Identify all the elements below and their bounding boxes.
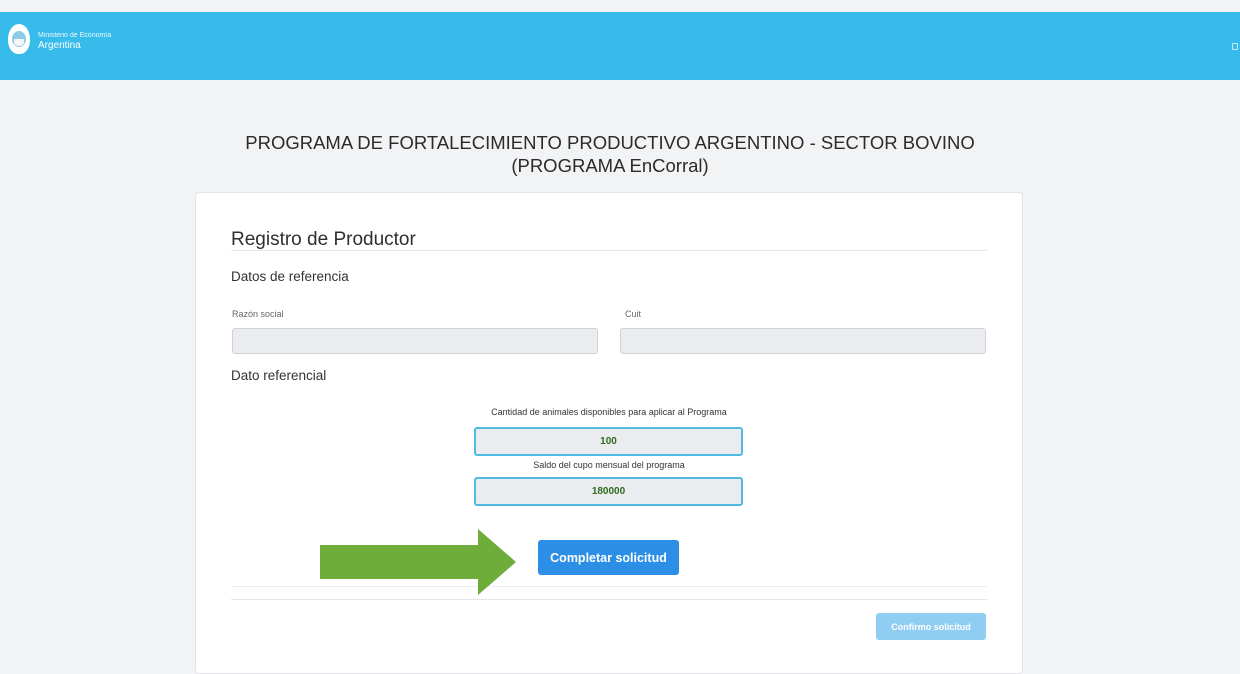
divider [231, 250, 987, 251]
page-title-line2: (PROGRAMA EnCorral) [511, 155, 709, 176]
divider [231, 599, 987, 600]
confirmo-solicitud-button[interactable]: Confirmo solicitud [876, 613, 986, 640]
saldo-cupo-label: Saldo del cupo mensual del programa [533, 460, 685, 470]
section-dato-referencial: Dato referencial [231, 368, 327, 383]
user-menu-icon[interactable] [1232, 43, 1238, 50]
cantidad-animales-value: 100 [474, 427, 743, 456]
brand-ministry: Ministerio de Economía [38, 32, 112, 39]
brand-country: Argentina [38, 40, 81, 51]
cantidad-animales-label: Cantidad de animales disponibles para ap… [491, 407, 727, 417]
top-navbar: Ministerio de Economía Argentina [0, 12, 1240, 80]
page-title: PROGRAMA DE FORTALECIMIENTO PRODUCTIVO A… [0, 131, 1220, 177]
saldo-cupo-value: 180000 [474, 477, 743, 506]
coat-of-arms-icon [8, 24, 30, 54]
brand-logo-link[interactable]: Ministerio de Economía Argentina [8, 24, 111, 54]
section-datos-referencia: Datos de referencia [231, 269, 349, 284]
registration-card: Registro de Productor Datos de referenci… [195, 192, 1023, 674]
completar-solicitud-button[interactable]: Completar solicitud [538, 540, 679, 575]
page-title-line1: PROGRAMA DE FORTALECIMIENTO PRODUCTIVO A… [245, 132, 975, 153]
arrow-shape [320, 529, 516, 595]
form-title: Registro de Productor [231, 229, 416, 250]
razon-social-label: Razón social [232, 309, 284, 319]
green-arrow-annotation [320, 529, 516, 595]
brand-text: Ministerio de Economía Argentina [38, 26, 111, 51]
razon-social-input[interactable] [232, 328, 598, 354]
cuit-input[interactable] [620, 328, 986, 354]
cuit-label: Cuit [625, 309, 642, 319]
